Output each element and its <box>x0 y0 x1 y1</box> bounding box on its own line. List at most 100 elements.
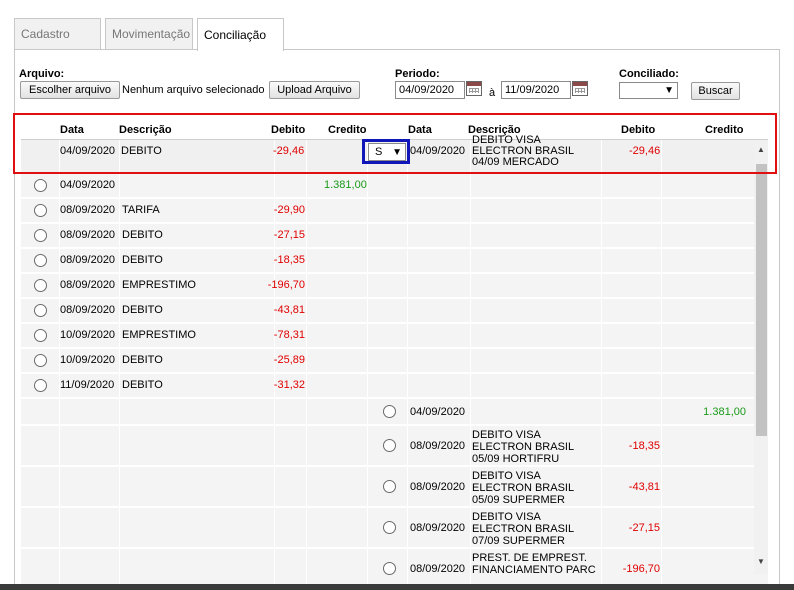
table-row-right[interactable]: 08/09/2020 -196,70 PREST. DE EMPREST. FINAN… <box>21 549 768 589</box>
column-separator <box>470 174 471 197</box>
column-separator <box>407 199 408 222</box>
row-radio[interactable] <box>34 229 47 242</box>
column-separator <box>367 224 368 247</box>
table-row-left[interactable]: 08/09/2020 DEBITO -18,35 <box>21 249 768 273</box>
conciliado-select[interactable]: ▼ <box>619 82 678 99</box>
column-separator <box>407 274 408 297</box>
row-radio[interactable] <box>34 329 47 342</box>
row-left-date: 08/09/2020 <box>60 204 116 216</box>
date-from-input[interactable]: 04/09/2020 <box>395 81 465 99</box>
row-left-desc: DEBITO <box>122 379 163 391</box>
row-radio[interactable] <box>383 480 396 493</box>
table-row-left[interactable]: 08/09/2020 EMPRESTIMO -196,70 <box>21 274 768 298</box>
table-row-left[interactable]: 08/09/2020 TARIFA -29,90 <box>21 199 768 223</box>
column-separator <box>661 374 662 397</box>
column-separator <box>119 374 120 397</box>
date-to-input[interactable]: 11/09/2020 <box>501 81 571 99</box>
row-radio[interactable] <box>383 521 396 534</box>
tab-conciliacao[interactable]: Conciliação <box>197 18 284 51</box>
column-separator <box>601 199 602 222</box>
row-left-debit: -25,89 <box>273 354 305 366</box>
row-radio[interactable] <box>383 405 396 418</box>
row-right-date: 08/09/2020 <box>410 440 466 452</box>
column-separator <box>306 399 307 424</box>
column-separator <box>119 467 120 506</box>
no-file-text: Nenhum arquivo selecionado <box>122 84 265 96</box>
column-separator <box>274 549 275 588</box>
row-radio[interactable] <box>34 254 47 267</box>
tab-cadastro[interactable]: Cadastro <box>14 18 101 49</box>
column-separator <box>470 374 471 397</box>
row-left-debit: -31,32 <box>273 379 305 391</box>
table-row-right[interactable]: 08/09/2020 -18,35 DEBITO VISA ELECTRON BRAS… <box>21 426 768 466</box>
row-right-debit: -27,15 <box>628 522 660 534</box>
column-separator <box>470 199 471 222</box>
column-separator <box>470 224 471 247</box>
row-right-date: 08/09/2020 <box>410 522 466 534</box>
scrollbar-thumb[interactable] <box>756 164 767 436</box>
table-row-right[interactable]: 08/09/2020 -27,15 DEBITO VISA ELECTRON BRAS… <box>21 508 768 548</box>
row-left-debit: -43,81 <box>273 304 305 316</box>
table-row-right[interactable]: 04/09/2020 1.381,00 <box>21 399 768 425</box>
calendar-icon[interactable] <box>572 81 588 96</box>
row-left-debit: -18,35 <box>273 254 305 266</box>
column-separator <box>274 467 275 506</box>
row-right-debit: -43,81 <box>628 481 660 493</box>
column-separator <box>661 349 662 372</box>
row-radio[interactable] <box>34 379 47 392</box>
table-row-left[interactable]: 11/09/2020 DEBITO -31,32 <box>21 374 768 398</box>
row-left-date: 04/09/2020 <box>60 179 116 191</box>
calendar-icon[interactable] <box>466 81 482 96</box>
table-row-right[interactable]: 08/09/2020 -43,81 DEBITO VISA ELECTRON BRAS… <box>21 467 768 507</box>
column-separator <box>119 399 120 424</box>
row-right-debit: -18,35 <box>628 440 660 452</box>
column-separator <box>661 549 662 588</box>
buscar-button[interactable]: Buscar <box>691 82 740 100</box>
row-radio[interactable] <box>34 279 47 292</box>
column-separator <box>119 199 120 222</box>
upload-button[interactable]: Upload Arquivo <box>269 81 360 99</box>
table-row-left[interactable]: 10/09/2020 DEBITO -25,89 <box>21 349 768 373</box>
row-radio[interactable] <box>383 439 396 452</box>
row-radio[interactable] <box>34 179 47 192</box>
row-left-debit: -78,31 <box>273 329 305 341</box>
choose-file-button[interactable]: Escolher arquivo <box>20 81 120 99</box>
column-separator <box>59 508 60 547</box>
column-separator <box>119 249 120 272</box>
column-separator <box>367 399 368 424</box>
column-separator <box>119 426 120 465</box>
column-separator <box>601 399 602 424</box>
scroll-down-icon[interactable]: ▼ <box>757 557 765 566</box>
column-separator <box>306 174 307 197</box>
column-separator <box>661 399 662 424</box>
column-separator <box>661 174 662 197</box>
column-separator <box>274 174 275 197</box>
table-row-left[interactable]: 10/09/2020 EMPRESTIMO -78,31 <box>21 324 768 348</box>
column-separator <box>274 426 275 465</box>
row-left-desc: DEBITO <box>122 304 163 316</box>
column-separator <box>407 174 408 197</box>
table-row-left[interactable]: 04/09/2020 1.381,00 <box>21 174 768 198</box>
table-row-left[interactable]: 08/09/2020 DEBITO -27,15 <box>21 224 768 248</box>
column-separator <box>367 374 368 397</box>
column-separator <box>470 349 471 372</box>
column-separator <box>661 324 662 347</box>
column-separator <box>601 549 602 588</box>
row-radio[interactable] <box>34 204 47 217</box>
column-separator <box>119 174 120 197</box>
row-radio[interactable] <box>34 354 47 367</box>
column-separator <box>601 299 602 322</box>
row-radio[interactable] <box>383 562 396 575</box>
column-separator <box>306 274 307 297</box>
highlight-frame-blue <box>362 139 410 164</box>
tab-divider <box>284 49 780 50</box>
column-separator <box>661 274 662 297</box>
row-left-date: 08/09/2020 <box>60 254 116 266</box>
row-left-date: 11/09/2020 <box>60 379 115 391</box>
row-right-date: 04/09/2020 <box>410 406 466 418</box>
column-separator <box>306 467 307 506</box>
row-radio[interactable] <box>34 304 47 317</box>
table-row-left[interactable]: 08/09/2020 DEBITO -43,81 <box>21 299 768 323</box>
tab-movimentacao[interactable]: Movimentação <box>105 18 193 49</box>
row-left-date: 10/09/2020 <box>60 354 116 366</box>
